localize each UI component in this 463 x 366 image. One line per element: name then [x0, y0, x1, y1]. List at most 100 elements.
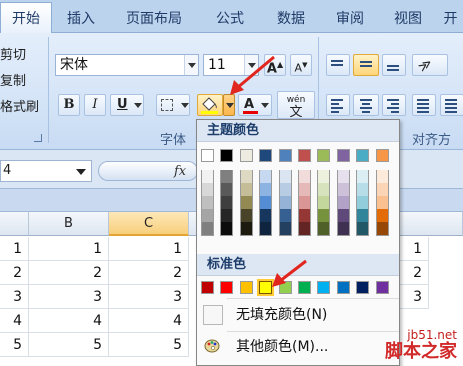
theme-shade-swatch[interactable] [299, 170, 310, 183]
tab-review[interactable]: 审阅 [322, 0, 378, 33]
theme-shade-swatch[interactable] [260, 196, 272, 209]
theme-shade-swatch[interactable] [318, 209, 330, 222]
theme-shade-swatch[interactable] [376, 170, 388, 183]
theme-shade-swatch[interactable] [240, 196, 252, 209]
theme-shade-swatch[interactable] [221, 170, 233, 183]
more-colors-menu-item[interactable]: 其他颜色(M)... [198, 333, 399, 361]
no-fill-menu-item[interactable]: 无填充颜色(N) [198, 301, 399, 329]
theme-color-swatch[interactable] [239, 149, 253, 162]
theme-shade-swatch[interactable] [260, 209, 272, 222]
copy-button[interactable]: 复制 [0, 70, 26, 89]
bold-button[interactable]: B [58, 94, 80, 116]
theme-color-swatch[interactable] [336, 149, 350, 162]
theme-shade-swatch[interactable] [318, 196, 330, 209]
font-size-dropdown-icon[interactable] [244, 55, 258, 75]
theme-shade-swatch[interactable] [299, 222, 310, 235]
standard-color-swatch[interactable] [336, 281, 350, 294]
theme-color-swatch[interactable] [375, 149, 389, 162]
theme-shade-swatch[interactable] [260, 170, 272, 183]
font-name-dropdown-icon[interactable] [184, 55, 198, 75]
theme-shade-swatch[interactable] [202, 209, 213, 222]
standard-color-swatch[interactable] [278, 281, 292, 294]
align-center-button[interactable] [353, 94, 379, 116]
theme-shade-swatch[interactable] [240, 183, 252, 196]
tab-page-layout[interactable]: 页面布局 [112, 0, 196, 33]
theme-shade-swatch[interactable] [357, 196, 369, 209]
standard-color-swatch[interactable] [375, 281, 389, 294]
theme-shade-swatch[interactable] [221, 209, 233, 222]
theme-shade-swatch[interactable] [299, 183, 310, 196]
standard-color-swatch[interactable] [239, 281, 253, 294]
table-cell[interactable]: 1 [109, 237, 189, 261]
align-middle-button[interactable] [353, 54, 379, 76]
insert-function-icon[interactable]: fx [174, 164, 186, 179]
theme-shade-swatch[interactable] [318, 222, 330, 235]
column-header-c[interactable]: C [109, 212, 189, 236]
tab-view[interactable]: 视图 [380, 0, 436, 33]
phonetic-guide-button[interactable]: wén 文 [277, 91, 315, 120]
tab-insert[interactable]: 插入 [55, 0, 107, 33]
theme-shade-swatch[interactable] [318, 170, 330, 183]
theme-color-swatch[interactable] [201, 149, 214, 162]
align-left-button[interactable] [326, 94, 350, 116]
theme-shade-swatch[interactable] [299, 209, 310, 222]
column-header-b[interactable]: B [29, 212, 109, 236]
theme-shade-swatch[interactable] [279, 209, 291, 222]
theme-shade-swatch[interactable] [337, 170, 349, 183]
table-cell[interactable]: 2 [109, 261, 189, 285]
decrease-indent-button[interactable] [412, 94, 436, 116]
tab-data[interactable]: 数据 [262, 0, 320, 33]
theme-color-swatch[interactable] [259, 149, 273, 162]
borders-dropdown-icon[interactable] [178, 95, 192, 115]
theme-shade-swatch[interactable] [376, 209, 388, 222]
theme-shade-swatch[interactable] [376, 196, 388, 209]
theme-shade-swatch[interactable] [240, 209, 252, 222]
fill-color-dropdown-button[interactable] [223, 94, 235, 116]
standard-color-swatch[interactable] [257, 279, 275, 296]
theme-shade-swatch[interactable] [221, 196, 233, 209]
theme-shade-swatch[interactable] [376, 222, 388, 235]
theme-shade-swatch[interactable] [221, 183, 233, 196]
table-cell[interactable]: 2 [29, 261, 109, 285]
theme-shade-swatch[interactable] [202, 222, 213, 235]
underline-dropdown-icon[interactable] [131, 95, 145, 115]
theme-shade-swatch[interactable] [376, 183, 388, 196]
theme-shade-swatch[interactable] [357, 209, 369, 222]
table-cell[interactable]: 3 [29, 285, 109, 309]
column-header-e[interactable] [389, 212, 463, 236]
theme-shade-swatch[interactable] [260, 222, 272, 235]
standard-color-swatch[interactable] [298, 281, 311, 294]
format-painter-button[interactable]: 格式刷 [0, 96, 39, 115]
font-name-input[interactable]: 宋体 [55, 54, 199, 76]
theme-shade-swatch[interactable] [357, 183, 369, 196]
standard-color-swatch[interactable] [220, 281, 234, 294]
table-cell[interactable]: 3 [109, 285, 189, 309]
theme-shade-swatch[interactable] [279, 170, 291, 183]
align-top-button[interactable] [326, 54, 350, 76]
theme-shade-swatch[interactable] [279, 183, 291, 196]
theme-shade-swatch[interactable] [240, 170, 252, 183]
theme-shade-swatch[interactable] [337, 222, 349, 235]
theme-color-swatch[interactable] [317, 149, 331, 162]
decrease-font-size-button[interactable]: A▼ [290, 54, 312, 76]
theme-shade-swatch[interactable] [318, 183, 330, 196]
theme-shade-swatch[interactable] [240, 222, 252, 235]
theme-shade-swatch[interactable] [337, 183, 349, 196]
fill-color-button[interactable] [197, 94, 223, 116]
theme-shade-swatch[interactable] [357, 170, 369, 183]
theme-shade-swatch[interactable] [260, 183, 272, 196]
table-cell[interactable]: 1 [0, 237, 29, 261]
theme-color-swatch[interactable] [356, 149, 370, 162]
table-cell[interactable]: 2 [0, 261, 29, 285]
column-header-a[interactable] [0, 212, 29, 236]
table-cell[interactable]: 5 [0, 333, 29, 357]
theme-shade-swatch[interactable] [337, 209, 349, 222]
theme-shade-swatch[interactable] [279, 222, 291, 235]
clipboard-dialog-launcher-icon[interactable] [34, 134, 42, 142]
theme-color-swatch[interactable] [278, 149, 292, 162]
theme-shade-swatch[interactable] [299, 196, 310, 209]
table-cell[interactable]: 4 [29, 309, 109, 333]
table-cell[interactable]: 4 [109, 309, 189, 333]
font-color-dropdown-icon[interactable] [258, 95, 272, 115]
table-cell[interactable]: 4 [0, 309, 29, 333]
